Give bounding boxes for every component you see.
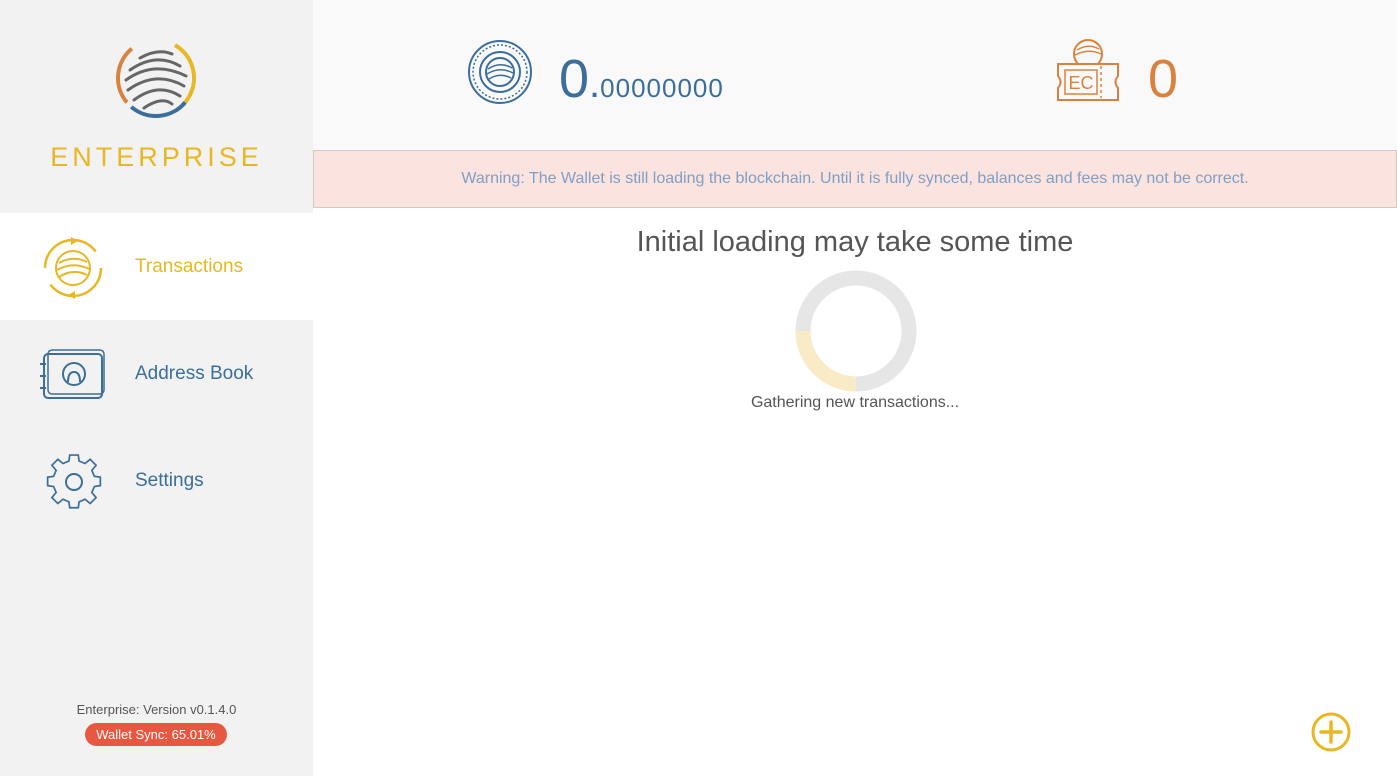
version-text: Enterprise: Version v0.1.4.0 xyxy=(76,702,237,717)
app-name: ENTERPRISE xyxy=(50,142,263,172)
sidebar-item-transactions[interactable]: Transactions xyxy=(0,213,313,320)
loading-spinner xyxy=(795,270,917,392)
sidebar-item-label: Settings xyxy=(135,470,204,491)
wallet-sync-badge: Wallet Sync: 65.01% xyxy=(85,723,227,746)
sync-warning-banner: Warning: The Wallet is still loading the… xyxy=(313,150,1397,208)
loading-status-text: Gathering new transactions... xyxy=(750,394,960,411)
factoid-coin-icon xyxy=(468,40,532,104)
fct-balance-integer: 0 xyxy=(559,49,590,109)
page-title: Initial loading may take some time xyxy=(636,226,1074,258)
balance-header: 0.00000000 EC 0 xyxy=(313,0,1397,150)
sidebar-item-label: Transactions xyxy=(135,256,244,277)
add-transaction-button[interactable] xyxy=(1310,711,1352,753)
fct-balance: 0.00000000 xyxy=(559,48,724,110)
sidebar: ENTERPRISE Transactions Address Book Set… xyxy=(0,0,313,776)
sidebar-item-settings[interactable]: Settings xyxy=(0,427,313,534)
ec-balance: 0 xyxy=(1148,49,1179,109)
sidebar-item-label: Address Book xyxy=(135,363,254,384)
transactions-globe-icon xyxy=(43,237,103,299)
ec-icon-label: EC xyxy=(1068,73,1093,93)
sidebar-item-address-book[interactable]: Address Book xyxy=(0,320,313,427)
fct-balance-decimals: 00000000 xyxy=(600,73,724,103)
enterprise-logo-icon xyxy=(116,37,196,118)
logo: ENTERPRISE xyxy=(0,0,313,212)
address-book-icon xyxy=(40,349,105,399)
gear-icon xyxy=(46,454,102,509)
entry-credit-icon: EC xyxy=(1057,39,1119,101)
fct-balance-dot: . xyxy=(589,62,601,106)
